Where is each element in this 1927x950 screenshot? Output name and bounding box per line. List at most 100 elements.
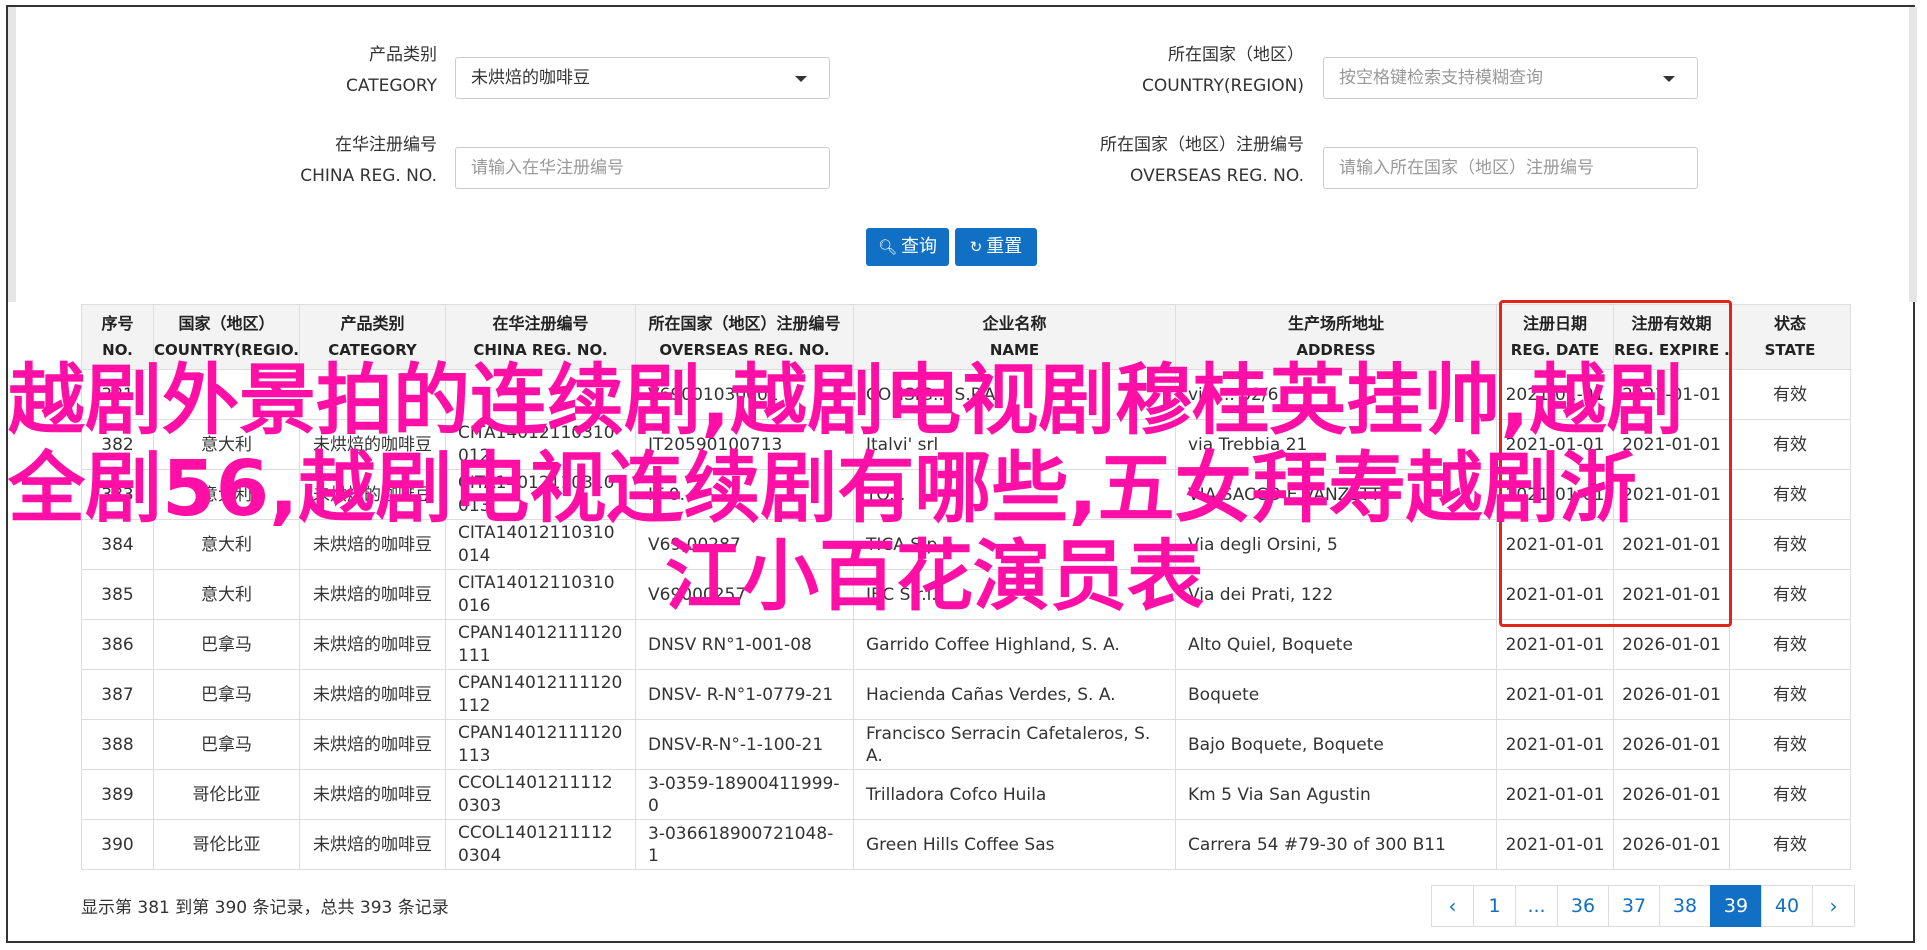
scrollbar-left[interactable] — [8, 7, 16, 302]
cell-state: 有效 — [1729, 619, 1851, 670]
cell-country: 意大利 — [153, 569, 300, 620]
cell-reg-expire: 2026-01-01 — [1613, 619, 1730, 670]
china-reg-placeholder: 请输入在华注册编号 — [471, 158, 624, 178]
cell-category: 未烘焙的咖啡豆 — [299, 769, 446, 820]
search-button-label: 查询 — [901, 236, 938, 257]
china-reg-label-en: CHINA REG. NO. — [300, 166, 437, 186]
column-header-cn: 生产场所地址 — [1287, 314, 1384, 333]
category-select[interactable]: 未烘焙的咖啡豆 — [455, 57, 830, 99]
cell-state: 有效 — [1729, 819, 1851, 870]
page-button-active[interactable]: 39 — [1710, 885, 1762, 927]
country-label-cn: 所在国家（地区） — [1168, 45, 1304, 65]
cell-state: 有效 — [1729, 719, 1851, 770]
column-header-cn: 在华注册编号 — [492, 314, 589, 333]
category-select-value: 未烘焙的咖啡豆 — [471, 68, 590, 88]
table-row[interactable]: 388 巴拿马 未烘焙的咖啡豆 CPAN14012111120113 DNSV-R-N°… — [81, 719, 1851, 770]
cell-state: 有效 — [1729, 569, 1851, 620]
page-button[interactable]: 36 — [1557, 885, 1609, 927]
country-label: 所在国家（地区） COUNTRY(REGION) — [1080, 40, 1304, 102]
pagination-info: 显示第 381 到第 390 条记录，总共 393 条记录 — [81, 898, 449, 918]
overlay-text-line-1: 越剧外景拍的连续剧,越剧电视剧穆桂英挂帅,越剧 — [8, 357, 1684, 446]
cell-china-reg: CCOL14012111120303 — [445, 769, 636, 820]
reset-button-label: 重置 — [986, 236, 1023, 257]
cell-country: 哥伦比亚 — [153, 769, 300, 820]
cell-category: 未烘焙的咖啡豆 — [299, 819, 446, 870]
cell-country: 巴拿马 — [153, 619, 300, 670]
china-reg-label: 在华注册编号 CHINA REG. NO. — [250, 130, 437, 192]
cell-name: Francisco Serracin Cafetaleros, S. A. — [853, 719, 1176, 770]
country-select[interactable]: 按空格键检索支持模糊查询 — [1323, 57, 1698, 99]
scrollbar-right[interactable] — [1909, 7, 1917, 302]
cell-address: Alto Quiel, Boquete — [1175, 619, 1497, 670]
cell-overseas-reg: DNSV- R-N°1-0779-21 — [635, 669, 854, 720]
overseas-reg-label-en: OVERSEAS REG. NO. — [1130, 166, 1304, 186]
page-button[interactable]: 37 — [1608, 885, 1660, 927]
column-header-cn: 状态 — [1773, 314, 1806, 333]
search-button[interactable]: 🔍︎ 查询 — [866, 228, 949, 266]
reset-button[interactable]: ↻ 重置 — [955, 228, 1037, 266]
refresh-icon: ↻ — [969, 238, 983, 256]
cell-overseas-reg: 3-036618900721048-1 — [635, 819, 854, 870]
cell-address: Bajo Boquete, Boquete — [1175, 719, 1497, 770]
cell-reg-date: 2021-01-01 — [1496, 669, 1614, 720]
cell-country: 巴拿马 — [153, 719, 300, 770]
cell-state: 有效 — [1729, 469, 1851, 520]
china-reg-label-cn: 在华注册编号 — [335, 135, 437, 155]
page-button[interactable]: 1 — [1473, 885, 1516, 927]
cell-name: Green Hills Coffee Sas — [853, 819, 1176, 870]
cell-no: 390 — [81, 819, 154, 870]
column-header-cn: 产品类别 — [340, 314, 405, 333]
cell-china-reg: CPAN14012111120112 — [445, 669, 636, 720]
pagination: ‹ 1... 36 37 38 39 40 › — [1431, 885, 1855, 927]
prev-page-button[interactable]: ‹ — [1431, 885, 1474, 927]
cell-country: 巴拿马 — [153, 669, 300, 720]
search-icon: 🔍︎ — [877, 238, 898, 256]
overlay-text-line-2: 全剧56,越剧电视连续剧有哪些,五女拜寿越剧浙 — [8, 445, 1637, 534]
table-row[interactable]: 386 巴拿马 未烘焙的咖啡豆 CPAN14012111120111 DNSV RN°1… — [81, 619, 1851, 670]
page-button[interactable]: 38 — [1659, 885, 1711, 927]
table-row[interactable]: 387 巴拿马 未烘焙的咖啡豆 CPAN14012111120112 DNSV- R-N… — [81, 669, 1851, 720]
page-button[interactable]: 40 — [1761, 885, 1813, 927]
overseas-reg-label: 所在国家（地区）注册编号 OVERSEAS REG. NO. — [1040, 130, 1304, 192]
cell-no: 387 — [81, 669, 154, 720]
column-header-en: STATE — [1764, 341, 1816, 359]
country-label-en: COUNTRY(REGION) — [1141, 76, 1304, 96]
page-button[interactable]: ... — [1515, 885, 1558, 927]
cell-address: Boquete — [1175, 669, 1497, 720]
cell-name: Hacienda Cañas Verdes, S. A. — [853, 669, 1176, 720]
table-row[interactable]: 390 哥伦比亚 未烘焙的咖啡豆 CCOL14012111120304 3-036618… — [81, 819, 1851, 870]
cell-reg-expire: 2026-01-01 — [1613, 819, 1730, 870]
cell-category: 未烘焙的咖啡豆 — [299, 669, 446, 720]
overseas-reg-input[interactable]: 请输入所在国家（地区）注册编号 — [1323, 147, 1698, 189]
cell-reg-expire: 2026-01-01 — [1613, 769, 1730, 820]
cell-reg-expire: 2026-01-01 — [1613, 669, 1730, 720]
cell-no: 386 — [81, 619, 154, 670]
table-row[interactable]: 389 哥伦比亚 未烘焙的咖啡豆 CCOL14012111120303 3-0359-1… — [81, 769, 1851, 820]
cell-category: 未烘焙的咖啡豆 — [299, 569, 446, 620]
cell-no: 385 — [81, 569, 154, 620]
category-label: 产品类别 CATEGORY — [300, 40, 437, 102]
cell-address: Km 5 Via San Agustin — [1175, 769, 1497, 820]
category-label-cn: 产品类别 — [369, 45, 437, 65]
overseas-reg-label-cn: 所在国家（地区）注册编号 — [1100, 135, 1304, 155]
overseas-reg-placeholder: 请输入所在国家（地区）注册编号 — [1339, 158, 1594, 178]
cell-china-reg: CPAN14012111120113 — [445, 719, 636, 770]
next-page-button[interactable]: › — [1812, 885, 1855, 927]
cell-reg-date: 2021-01-01 — [1496, 719, 1614, 770]
cell-state: 有效 — [1729, 669, 1851, 720]
column-header-cn: 所在国家（地区）注册编号 — [648, 314, 841, 333]
cell-state: 有效 — [1729, 369, 1851, 420]
overlay-text-line-3: 江小百花演员表 — [665, 533, 1204, 622]
cell-state: 有效 — [1729, 769, 1851, 820]
column-header-cn: 序号 — [101, 314, 134, 333]
cell-category: 未烘焙的咖啡豆 — [299, 719, 446, 770]
cell-reg-expire: 2026-01-01 — [1613, 719, 1730, 770]
chevron-down-icon — [795, 76, 807, 82]
cell-china-reg: CCOL14012111120304 — [445, 819, 636, 870]
chevron-down-icon — [1663, 76, 1675, 82]
column-header: 状态 STATE — [1729, 304, 1851, 370]
cell-category: 未烘焙的咖啡豆 — [299, 619, 446, 670]
category-label-en: CATEGORY — [346, 76, 437, 96]
cell-overseas-reg: 3-0359-18900411999-0 — [635, 769, 854, 820]
china-reg-input[interactable]: 请输入在华注册编号 — [455, 147, 830, 189]
